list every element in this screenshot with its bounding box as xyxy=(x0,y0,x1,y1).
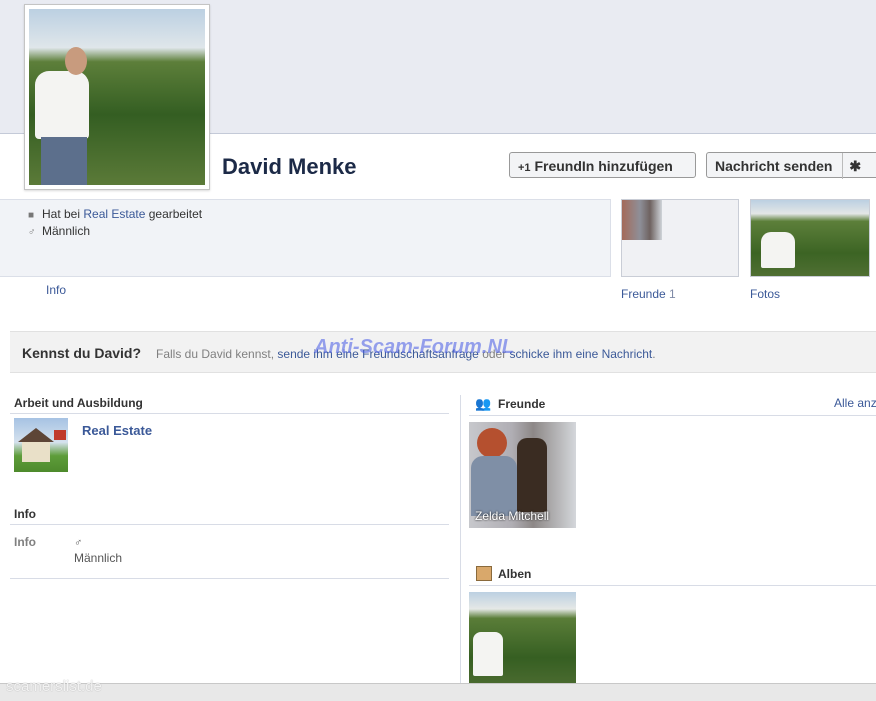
work-heading: Arbeit und Ausbildung xyxy=(14,396,143,410)
work-suffix: gearbeitet xyxy=(145,207,203,221)
divider xyxy=(10,524,449,525)
work-item-link[interactable]: Real Estate xyxy=(82,423,152,438)
send-message-button[interactable]: Nachricht senden ✱ xyxy=(706,152,876,179)
do-you-know-prefix: Falls du David kennst, xyxy=(156,347,278,361)
friends-label: Freunde xyxy=(621,287,666,301)
tab-info[interactable]: Info xyxy=(46,283,66,297)
info-label: Info xyxy=(14,535,36,549)
column-divider xyxy=(460,395,461,685)
info-gender: Männlich xyxy=(74,551,123,565)
divider xyxy=(10,413,449,414)
friends-thumbnail[interactable] xyxy=(621,199,739,277)
gender-line: ♂ Männlich xyxy=(28,224,90,238)
real-estate-logo[interactable] xyxy=(14,418,68,472)
divider xyxy=(10,578,449,579)
work-link[interactable]: Real Estate xyxy=(83,207,145,221)
album-icon xyxy=(476,566,492,581)
briefcase-icon: ■ xyxy=(28,210,35,221)
see-all-friends-link[interactable]: Alle anz xyxy=(834,396,876,410)
work-line: ■ Hat bei Real Estate gearbeitet xyxy=(28,207,202,221)
friend-name[interactable]: Zelda Mitchell xyxy=(475,509,549,523)
do-you-know-suffix: . xyxy=(652,347,656,361)
watermark-footer: scamerslist.de xyxy=(6,678,102,695)
profile-name: David Menke xyxy=(222,154,357,179)
add-friend-label: FreundIn hinzufügen xyxy=(534,158,673,174)
divider xyxy=(469,585,876,586)
male-icon: ♂ xyxy=(28,227,36,238)
photos-label[interactable]: Fotos xyxy=(750,287,780,301)
work-prefix: Hat bei xyxy=(42,207,84,221)
friends-thumb-label[interactable]: Freunde 1 xyxy=(621,287,676,301)
gear-icon[interactable]: ✱ xyxy=(842,153,861,179)
do-you-know-title: Kennst du David? xyxy=(22,345,142,361)
send-message-label: Nachricht senden xyxy=(715,158,833,174)
gender-text: Männlich xyxy=(42,224,91,238)
friend-mini-photo xyxy=(622,200,662,240)
profile-picture[interactable] xyxy=(24,4,210,190)
bottom-scrollbar[interactable] xyxy=(0,683,876,701)
watermark-center: Anti-Scam-Forum.NL xyxy=(314,336,514,358)
friends-count: 1 xyxy=(669,287,676,301)
friends-heading: Freunde xyxy=(498,397,546,411)
profile-photo xyxy=(29,9,205,185)
albums-heading: Alben xyxy=(498,567,532,581)
message-link[interactable]: schicke ihm eine Nachricht xyxy=(510,347,653,361)
photos-thumbnail[interactable] xyxy=(750,199,870,277)
album-card[interactable] xyxy=(469,592,576,686)
friend-card[interactable]: Zelda Mitchell xyxy=(469,422,576,528)
info-heading: Info xyxy=(14,507,36,521)
add-friend-button[interactable]: +1 FreundIn hinzufügen xyxy=(509,152,696,178)
divider xyxy=(469,415,876,416)
friends-icon: 👥 xyxy=(475,396,492,411)
male-icon: ♂ xyxy=(74,537,83,549)
add-friend-icon: +1 xyxy=(518,162,531,174)
